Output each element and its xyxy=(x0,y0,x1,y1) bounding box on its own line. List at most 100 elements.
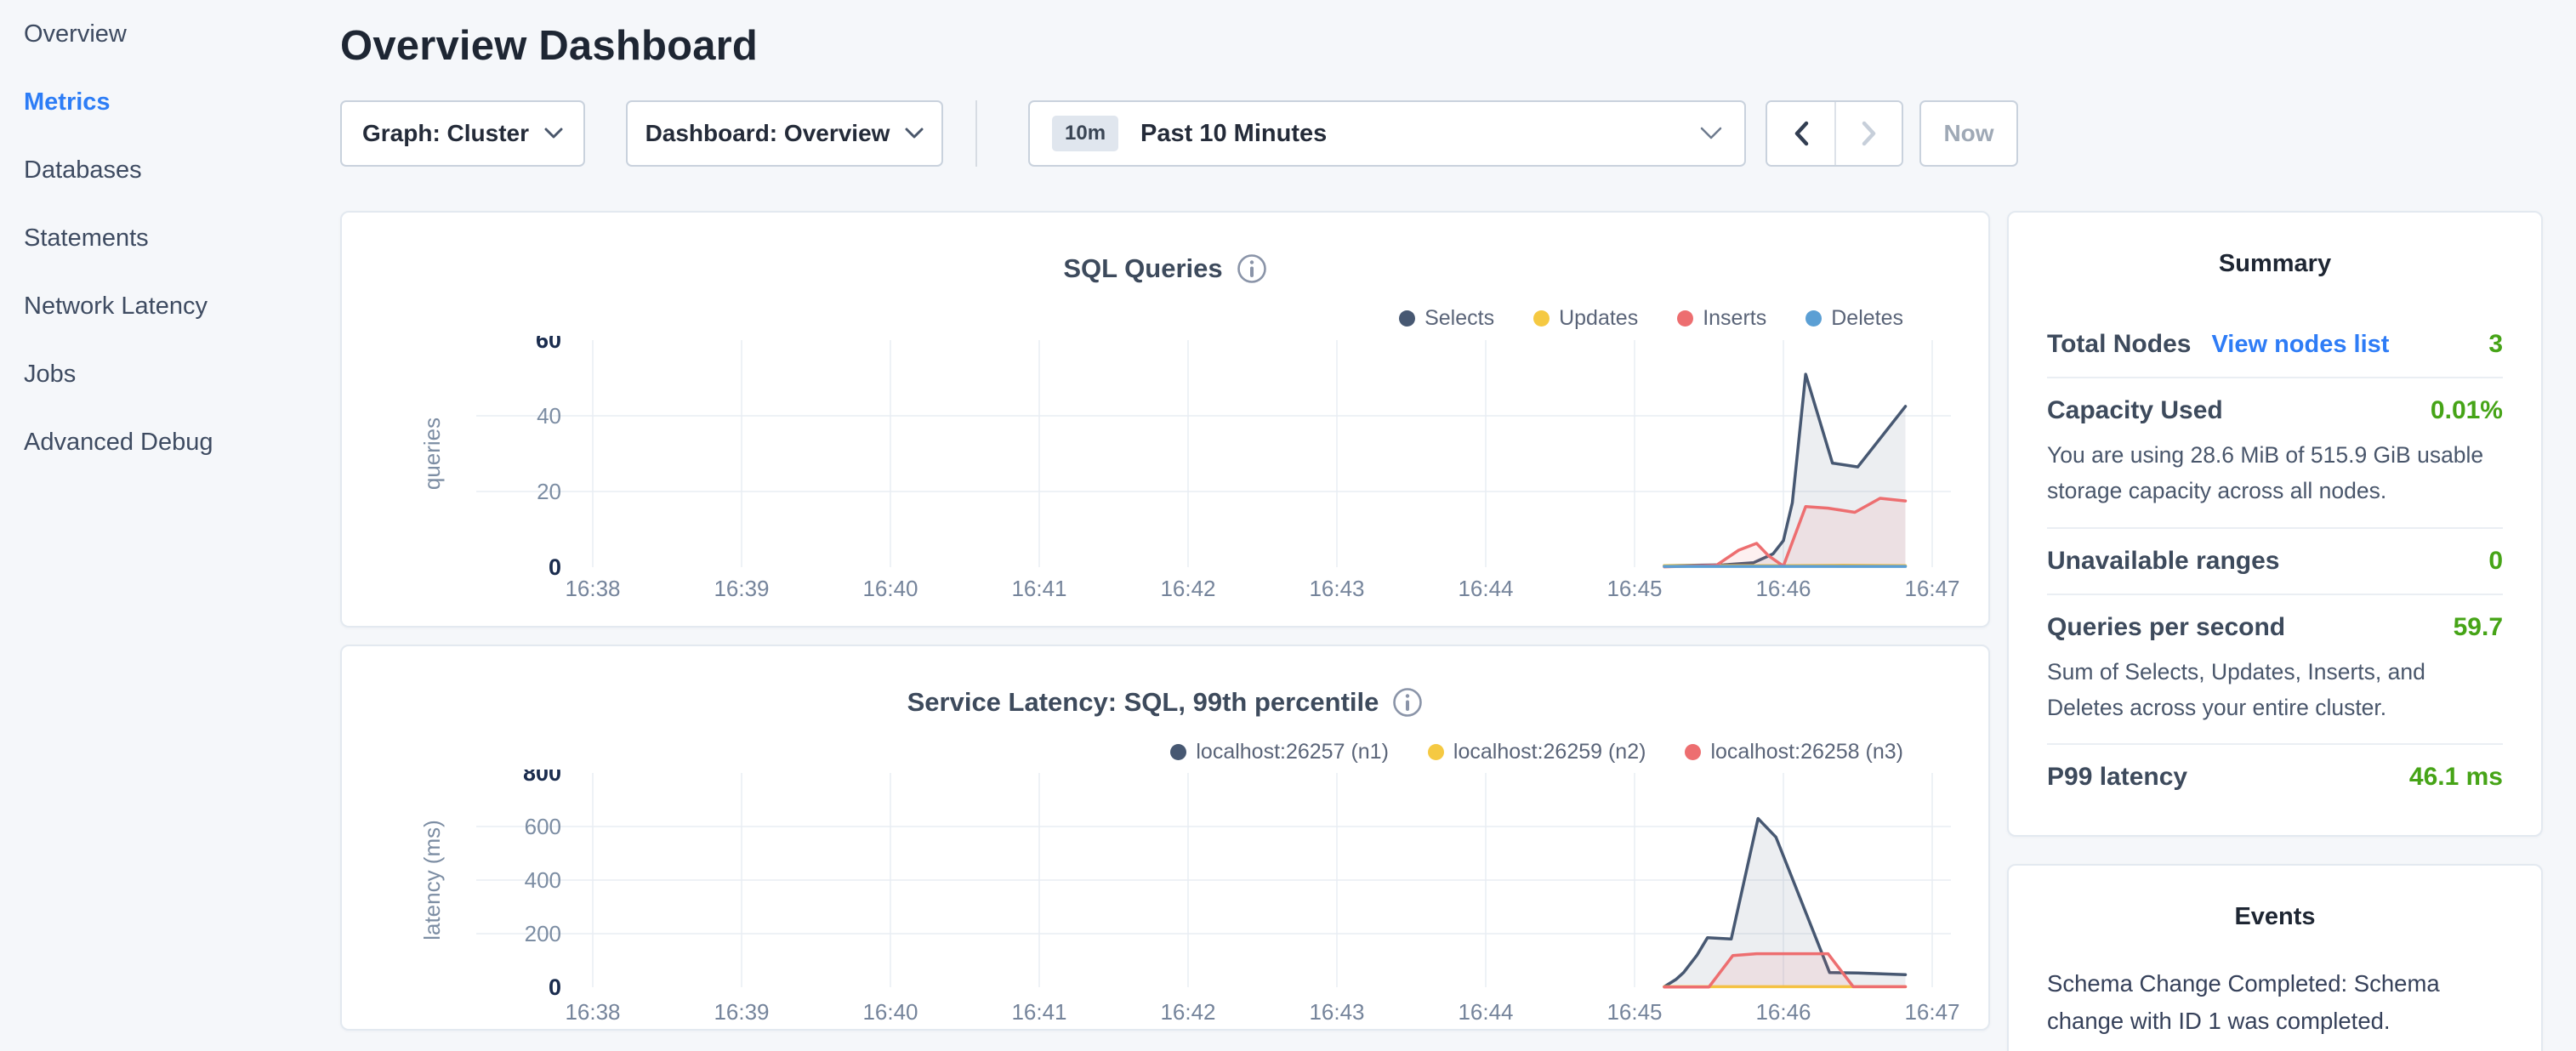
legend-dot-icon xyxy=(1685,744,1701,760)
now-button[interactable]: Now xyxy=(1919,100,2018,167)
svg-text:40: 40 xyxy=(537,403,561,429)
summary-row-value: 0.01% xyxy=(2431,396,2503,425)
sidebar-item-metrics[interactable]: Metrics xyxy=(0,68,340,136)
legend-dot-icon xyxy=(1170,744,1186,760)
summary-row-queries-per-second: Queries per second 59.7 Sum of Selects, … xyxy=(2047,595,2503,744)
svg-text:16:45: 16:45 xyxy=(1606,576,1662,601)
time-range-picker[interactable]: 10m Past 10 Minutes xyxy=(1028,100,1746,167)
chevron-left-icon xyxy=(1794,121,1809,146)
svg-text:16:44: 16:44 xyxy=(1458,576,1513,601)
svg-text:800: 800 xyxy=(523,770,561,786)
summary-row-total-nodes: Total Nodes View nodes list 3 xyxy=(2047,312,2503,377)
legend-item[interactable]: Updates xyxy=(1533,306,1638,331)
time-next-button[interactable] xyxy=(1834,102,1902,165)
summary-row-label: Unavailable ranges xyxy=(2047,547,2279,576)
time-pager xyxy=(1766,100,1903,167)
legend-dot-icon xyxy=(1677,310,1693,327)
legend-item[interactable]: localhost:26257 (n1) xyxy=(1170,740,1389,764)
sidebar-item-network-latency[interactable]: Network Latency xyxy=(0,272,340,340)
chevron-down-icon xyxy=(544,128,563,139)
svg-text:latency (ms): latency (ms) xyxy=(419,820,445,940)
svg-text:16:38: 16:38 xyxy=(565,576,620,601)
sql-queries-chart-card: SQL Queries Selects Updates Inserts Deletes… xyxy=(340,211,1990,628)
info-icon[interactable] xyxy=(1392,687,1423,718)
legend-dot-icon xyxy=(1399,310,1415,327)
svg-text:16:42: 16:42 xyxy=(1160,576,1215,601)
time-range-label: Past 10 Minutes xyxy=(1140,120,1327,148)
service-latency-chart-card: Service Latency: SQL, 99th percentile lo… xyxy=(340,645,1990,1031)
svg-text:600: 600 xyxy=(525,814,561,839)
legend-item[interactable]: Deletes xyxy=(1805,306,1903,331)
summary-panel: Summary Total Nodes View nodes list 3 Ca… xyxy=(2007,211,2543,837)
legend-dot-icon xyxy=(1533,310,1550,327)
svg-text:16:40: 16:40 xyxy=(862,576,918,601)
svg-text:queries: queries xyxy=(419,418,445,490)
sql-queries-plot[interactable]: 16:3816:3916:4016:4116:4216:4316:4416:45… xyxy=(367,336,1966,622)
legend-label: Deletes xyxy=(1831,306,1903,331)
chevron-right-icon xyxy=(1862,121,1877,146)
svg-text:60: 60 xyxy=(536,336,561,353)
sidebar: Overview Metrics Databases Statements Ne… xyxy=(0,0,340,1051)
legend-item[interactable]: localhost:26258 (n3) xyxy=(1685,740,1903,764)
svg-text:16:38: 16:38 xyxy=(565,999,620,1025)
svg-text:16:46: 16:46 xyxy=(1755,999,1811,1025)
view-nodes-link[interactable]: View nodes list xyxy=(2211,331,2389,359)
graph-dropdown[interactable]: Graph: Cluster xyxy=(340,100,585,167)
dashboard-dropdown-label: Dashboard: Overview xyxy=(645,120,890,147)
svg-text:16:44: 16:44 xyxy=(1458,999,1513,1025)
legend-item[interactable]: localhost:26259 (n2) xyxy=(1428,740,1646,764)
dashboard-content: SQL Queries Selects Updates Inserts Deletes… xyxy=(340,211,2543,1051)
sidebar-item-jobs[interactable]: Jobs xyxy=(0,340,340,408)
time-prev-button[interactable] xyxy=(1767,102,1834,165)
dashboard-dropdown[interactable]: Dashboard: Overview xyxy=(626,100,943,167)
legend-label: localhost:26259 (n2) xyxy=(1453,740,1646,764)
event-list-item[interactable]: Schema Change Completed: Schema change w… xyxy=(2047,965,2503,1051)
legend-label: Selects xyxy=(1424,306,1494,331)
chart-title: SQL Queries xyxy=(1063,253,1222,284)
page-title: Overview Dashboard xyxy=(340,22,2543,70)
legend-label: localhost:26258 (n3) xyxy=(1710,740,1903,764)
legend-item[interactable]: Inserts xyxy=(1677,306,1766,331)
legend-item[interactable]: Selects xyxy=(1399,306,1494,331)
sidebar-item-overview[interactable]: Overview xyxy=(0,0,340,68)
svg-text:16:47: 16:47 xyxy=(1904,999,1959,1025)
svg-text:400: 400 xyxy=(525,867,561,893)
svg-text:0: 0 xyxy=(549,554,561,580)
legend-label: localhost:26257 (n1) xyxy=(1196,740,1389,764)
chevron-down-icon xyxy=(905,128,924,139)
chart-legend: localhost:26257 (n1) localhost:26259 (n2)… xyxy=(367,740,1903,764)
summary-row-description: Sum of Selects, Updates, Inserts, and De… xyxy=(2047,655,2503,726)
sidebar-item-advanced-debug[interactable]: Advanced Debug xyxy=(0,408,340,476)
legend-label: Inserts xyxy=(1703,306,1766,331)
svg-text:16:46: 16:46 xyxy=(1755,576,1811,601)
svg-text:200: 200 xyxy=(525,921,561,946)
sidebar-item-statements[interactable]: Statements xyxy=(0,204,340,272)
summary-row-label: Capacity Used xyxy=(2047,396,2223,425)
legend-dot-icon xyxy=(1428,744,1444,760)
svg-text:16:43: 16:43 xyxy=(1309,999,1364,1025)
chart-legend: Selects Updates Inserts Deletes xyxy=(367,306,1903,331)
summary-row-label: Total Nodes xyxy=(2047,330,2191,359)
svg-text:0: 0 xyxy=(549,974,561,1000)
legend-label: Updates xyxy=(1559,306,1638,331)
summary-row-value: 59.7 xyxy=(2454,613,2503,642)
summary-row-capacity-used: Capacity Used 0.01% You are using 28.6 M… xyxy=(2047,378,2503,527)
summary-title: Summary xyxy=(2047,250,2503,278)
summary-row-value: 3 xyxy=(2488,330,2503,359)
summary-row-label: Queries per second xyxy=(2047,613,2285,642)
legend-dot-icon xyxy=(1805,310,1822,327)
info-icon[interactable] xyxy=(1237,253,1267,284)
service-latency-plot[interactable]: 16:3816:3916:4016:4116:4216:4316:4416:45… xyxy=(367,770,1966,1031)
chevron-down-icon xyxy=(1700,127,1722,140)
controls-bar: Graph: Cluster Dashboard: Overview 10m P… xyxy=(340,100,2543,167)
app-root: Overview Metrics Databases Statements Ne… xyxy=(0,0,2576,1051)
svg-text:20: 20 xyxy=(537,479,561,504)
svg-text:16:40: 16:40 xyxy=(862,999,918,1025)
svg-text:16:41: 16:41 xyxy=(1011,576,1066,601)
summary-row-description: You are using 28.6 MiB of 515.9 GiB usab… xyxy=(2047,438,2503,509)
events-title: Events xyxy=(2047,903,2503,931)
right-column: Summary Total Nodes View nodes list 3 Ca… xyxy=(2007,211,2543,1051)
time-range-badge: 10m xyxy=(1052,116,1118,151)
main-content: Overview Dashboard Graph: Cluster Dashbo… xyxy=(340,0,2576,1051)
sidebar-item-databases[interactable]: Databases xyxy=(0,136,340,204)
